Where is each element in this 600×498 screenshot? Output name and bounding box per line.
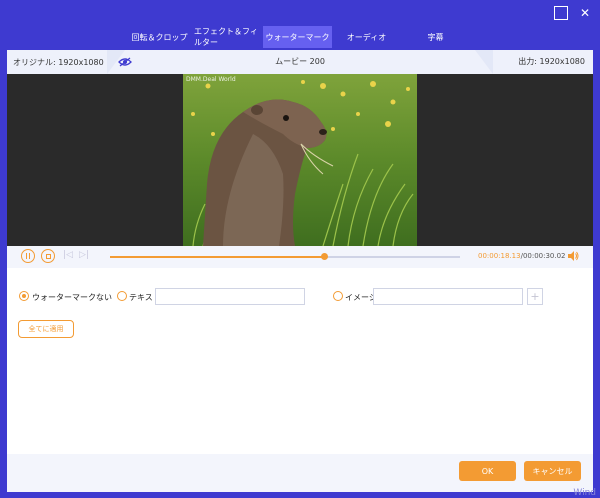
total-time: 00:00:30.02 bbox=[522, 252, 566, 260]
tab-subtitles[interactable]: 字幕 bbox=[401, 26, 470, 48]
stop-icon bbox=[45, 253, 51, 259]
apply-all-button[interactable]: 全てに適用 bbox=[18, 320, 74, 338]
cancel-button[interactable]: キャンセル bbox=[524, 461, 581, 481]
player-controls: |◁ ▷| 00:00:18.13/00:00:30.02 bbox=[7, 246, 593, 268]
progress-fill bbox=[110, 256, 324, 258]
text-watermark-radio[interactable] bbox=[117, 291, 127, 301]
time-display: 00:00:18.13/00:00:30.02 bbox=[478, 252, 566, 260]
previous-frame-icon[interactable]: |◁ bbox=[63, 250, 73, 260]
maximize-button[interactable] bbox=[554, 6, 568, 20]
add-image-button[interactable]: + bbox=[527, 288, 543, 305]
tab-watermark[interactable]: ウォーターマーク bbox=[263, 26, 332, 48]
no-watermark-label: ウォーターマークない bbox=[32, 293, 112, 302]
progress-handle[interactable] bbox=[320, 253, 328, 260]
maximize-icon bbox=[554, 6, 568, 20]
dialog-footer: OK キャンセル bbox=[7, 454, 593, 492]
close-button[interactable]: ✕ bbox=[578, 6, 592, 20]
pause-icon bbox=[26, 253, 30, 259]
tab-rotate-crop[interactable]: 回転＆クロップ bbox=[125, 26, 194, 48]
pause-button[interactable] bbox=[21, 249, 35, 263]
watermark-text-input[interactable] bbox=[155, 288, 305, 305]
window-controls: ✕ bbox=[554, 6, 592, 20]
watermark-options: ウォーターマークない テキスト イメージ + bbox=[17, 286, 577, 306]
image-watermark-radio[interactable] bbox=[333, 291, 343, 301]
info-bar: オリジナル: 1920x1080 ムービー 200 出力: 1920x1080 bbox=[7, 50, 593, 74]
tab-effects-filters[interactable]: エフェクト＆フィルター bbox=[194, 26, 263, 48]
volume-icon[interactable] bbox=[567, 249, 579, 263]
progress-slider[interactable] bbox=[110, 253, 460, 260]
video-preview: DMM.Deal World bbox=[7, 74, 593, 246]
stop-button[interactable] bbox=[41, 249, 55, 263]
no-watermark-radio[interactable] bbox=[19, 291, 29, 301]
video-watermark: DMM.Deal World bbox=[186, 76, 236, 83]
tab-bar: 回転＆クロップ エフェクト＆フィルター ウォーターマーク オーディオ 字幕 bbox=[125, 26, 470, 48]
editor-panel: オリジナル: 1920x1080 ムービー 200 出力: 1920x1080 bbox=[7, 50, 593, 492]
watermark-image-input[interactable] bbox=[373, 288, 523, 305]
ok-button[interactable]: OK bbox=[459, 461, 516, 481]
os-watermark: Wind bbox=[573, 488, 596, 498]
video-frame: DMM.Deal World bbox=[183, 74, 417, 246]
current-time: 00:00:18.13 bbox=[478, 252, 521, 260]
movie-title: ムービー 200 bbox=[275, 57, 325, 66]
output-resolution: 出力: 1920x1080 bbox=[518, 57, 585, 66]
marmot-photo bbox=[183, 74, 417, 246]
next-frame-icon[interactable]: ▷| bbox=[79, 250, 89, 260]
tab-audio[interactable]: オーディオ bbox=[332, 26, 401, 48]
